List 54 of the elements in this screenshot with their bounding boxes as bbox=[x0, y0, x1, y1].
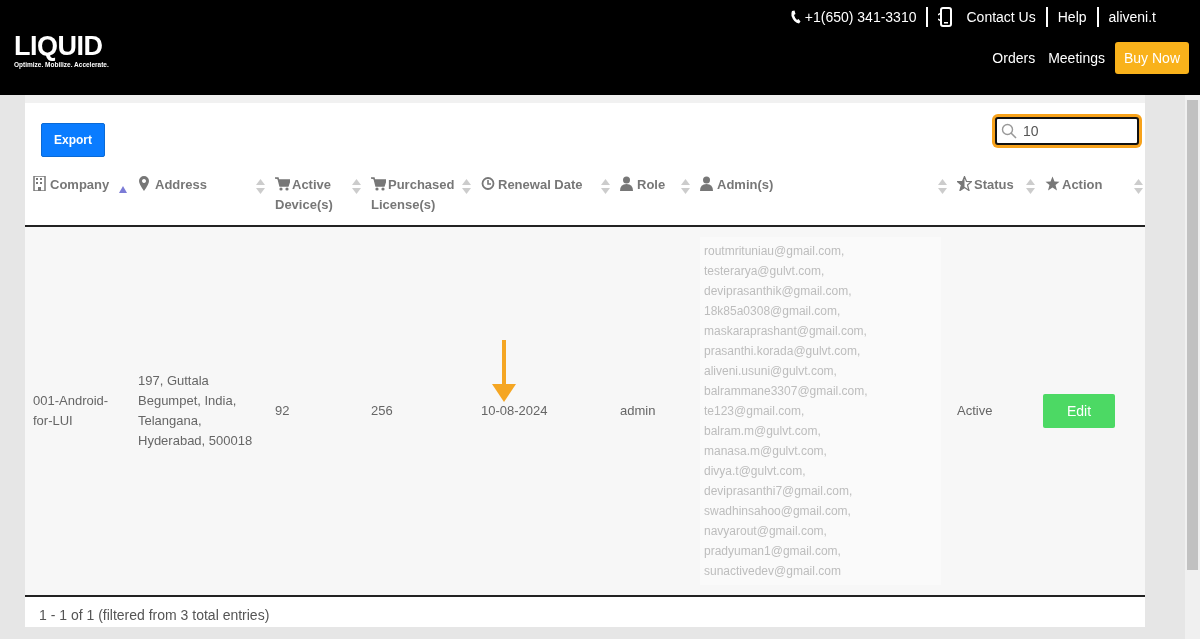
search-field[interactable]: 10 bbox=[995, 117, 1139, 145]
user-icon bbox=[700, 176, 715, 191]
column-header[interactable]: Action bbox=[1045, 175, 1103, 195]
admin-email: divya.t@gulvt.com, bbox=[704, 463, 807, 480]
admin-email: pradyuman1@gmail.com, bbox=[704, 543, 842, 560]
phone-device-icon bbox=[938, 7, 955, 27]
phone-link[interactable]: +1(650) 341-3310 bbox=[789, 9, 917, 25]
clock-icon bbox=[481, 176, 496, 191]
export-button[interactable]: Export bbox=[41, 123, 105, 157]
table-cell: 197, Guttala Begumpet, India, Telangana, Hyderabad, 500018 bbox=[138, 373, 253, 448]
entries-summary: 1 - 1 of 1 (filtered from 3 total entries) bbox=[38, 606, 271, 625]
column-header[interactable]: Role bbox=[620, 175, 666, 195]
header-link[interactable]: aliveni.t bbox=[1108, 9, 1156, 25]
header-link[interactable]: Help bbox=[1057, 9, 1087, 25]
table-cell: 256 bbox=[371, 403, 393, 418]
cart-icon bbox=[275, 176, 290, 191]
half-star-icon bbox=[957, 176, 972, 191]
column-header[interactable]: Purchased License(s) bbox=[371, 175, 458, 215]
table-cell: Active bbox=[957, 403, 993, 418]
cart-icon bbox=[371, 176, 386, 191]
phone-icon bbox=[789, 10, 801, 24]
nav-link[interactable]: Meetings bbox=[1048, 50, 1105, 66]
nav-link[interactable]: Orders bbox=[992, 50, 1036, 66]
admin-email: sunactivedev@gmail.com bbox=[704, 563, 842, 580]
admin-email: manasa.m@gulvt.com, bbox=[704, 443, 828, 460]
contact-link[interactable]: Contact Us bbox=[938, 7, 1036, 27]
column-header[interactable]: Company bbox=[33, 175, 110, 195]
column-header[interactable]: Renewal Date bbox=[481, 175, 583, 195]
table-cell: admin bbox=[620, 403, 656, 418]
table-cell: 10-08-2024 bbox=[481, 403, 548, 418]
admin-email: te123@gmail.com, bbox=[704, 403, 806, 420]
user-icon bbox=[620, 176, 635, 191]
column-header[interactable]: Active Device(s) bbox=[275, 175, 348, 215]
annotation-arrow bbox=[490, 340, 518, 404]
star-icon bbox=[1045, 176, 1060, 191]
admin-email: aliveni.usuni@gulvt.com, bbox=[704, 363, 838, 380]
admin-email: balram.m@gulvt.com, bbox=[704, 423, 822, 440]
column-header[interactable]: Status bbox=[957, 175, 1014, 195]
admin-email: swadhinsahoo@gmail.com, bbox=[704, 503, 852, 520]
column-header[interactable]: Admin(s) bbox=[700, 175, 774, 195]
admin-email: testerarya@gulvt.com, bbox=[704, 263, 826, 280]
admin-email: deviprasanthi7@gmail.com, bbox=[704, 483, 854, 500]
building-icon bbox=[33, 176, 48, 191]
table-cell: 92 bbox=[275, 403, 290, 418]
scrollbar[interactable] bbox=[1185, 95, 1200, 639]
admin-email: deviprasanthik@gmail.com, bbox=[704, 283, 853, 300]
column-header[interactable]: Address bbox=[138, 175, 208, 195]
admin-email: balrammane3307@gmail.com, bbox=[704, 383, 869, 400]
admin-email: navyarout@gmail.com, bbox=[704, 523, 828, 540]
admin-email: routmrituniau@gmail.com, bbox=[704, 243, 846, 260]
table-cell: 001-Android-for-LUI bbox=[33, 393, 109, 428]
admin-email: maskaraprashant@gmail.com, bbox=[704, 323, 868, 340]
admin-email: 18k85a0308@gmail.com, bbox=[704, 303, 842, 320]
admin-email: prasanthi.korada@gulvt.com, bbox=[704, 343, 862, 360]
